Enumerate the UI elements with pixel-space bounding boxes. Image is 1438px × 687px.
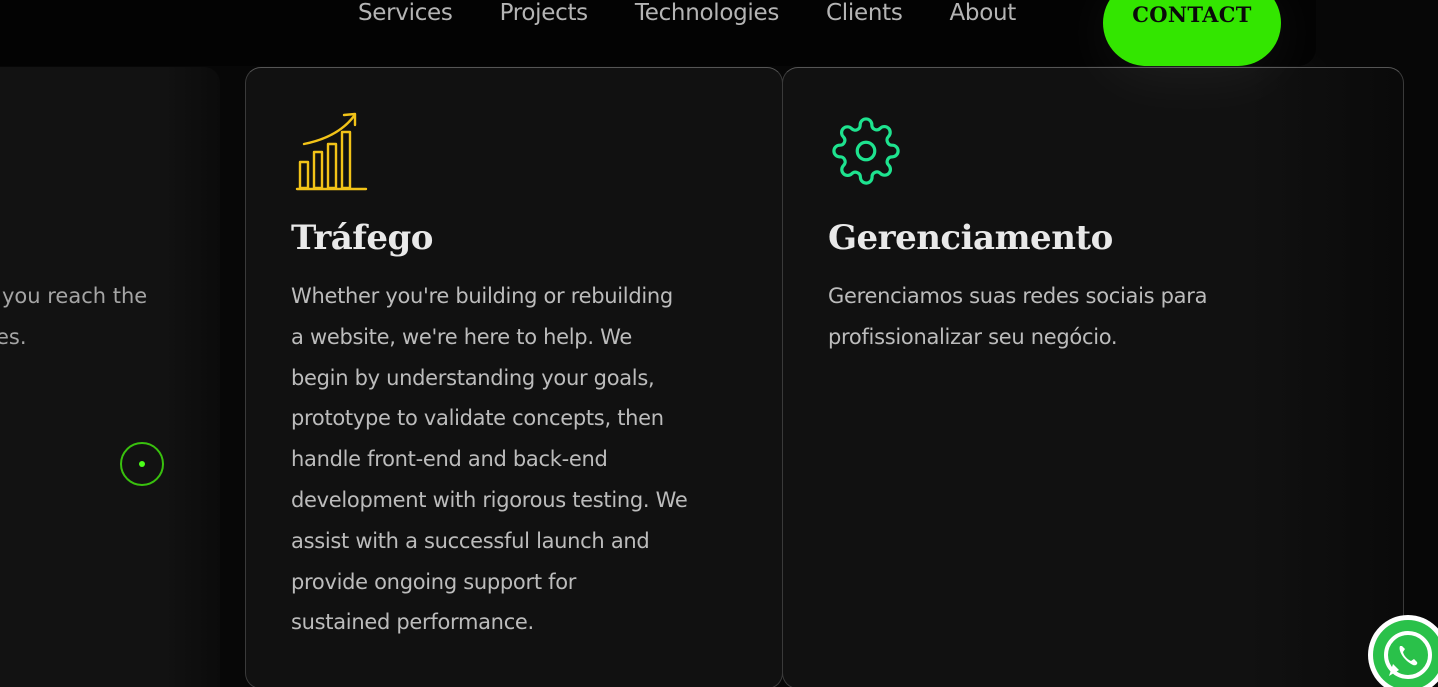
custom-cursor-ring	[120, 442, 164, 486]
desc-line: prototype to validate concepts, then	[291, 406, 664, 431]
service-card-gerenciamento: Gerenciamento Gerenciamos suas redes soc…	[782, 67, 1404, 687]
desc-line: assist with a successful launch and	[291, 528, 650, 553]
nav-item-services[interactable]: Services	[358, 1, 453, 25]
desc-line: profissionalizar seu negócio.	[828, 324, 1118, 349]
nav-item-projects[interactable]: Projects	[500, 1, 589, 25]
desc-line: a website, we're here to help. We	[291, 324, 632, 349]
contact-button-label: CONTACT	[1132, 2, 1252, 27]
card-title: Tráfego	[291, 218, 433, 258]
gear-icon	[831, 116, 901, 190]
service-card-trafego: Tráfego Whether you're building or rebui…	[245, 67, 783, 687]
card-description: Whether you're building or rebuilding a …	[291, 276, 751, 643]
whatsapp-icon	[1373, 620, 1438, 687]
whatsapp-button[interactable]	[1368, 615, 1438, 687]
card-description: Gerenciamos suas redes sociais para prof…	[828, 276, 1298, 358]
service-card-left-text: you reach the es.	[0, 276, 147, 358]
nav-menu: Services Projects Technologies Clients A…	[358, 0, 1063, 26]
desc-line: handle front-end and back-end	[291, 447, 608, 472]
desc-line: development with rigorous testing. We	[291, 487, 688, 512]
desc-line: Whether you're building or rebuilding	[291, 284, 673, 308]
page: Services Projects Technologies Clients A…	[0, 0, 1438, 687]
left-text-line: es.	[0, 324, 27, 349]
custom-cursor-dot	[139, 461, 145, 467]
desc-line: provide ongoing support for	[291, 569, 577, 594]
desc-line: sustained performance.	[291, 610, 534, 635]
card-title: Gerenciamento	[828, 218, 1113, 258]
nav-item-about[interactable]: About	[950, 1, 1017, 25]
contact-button[interactable]: CONTACT	[1103, 0, 1281, 66]
nav-item-clients[interactable]: Clients	[826, 1, 903, 25]
left-text-line: you reach the	[2, 284, 148, 308]
desc-line: Gerenciamos suas redes sociais para	[828, 284, 1208, 308]
nav-item-technologies[interactable]: Technologies	[635, 1, 779, 25]
growth-chart-icon	[294, 110, 368, 196]
service-card-left	[0, 67, 220, 687]
desc-line: begin by understanding your goals,	[291, 365, 655, 390]
